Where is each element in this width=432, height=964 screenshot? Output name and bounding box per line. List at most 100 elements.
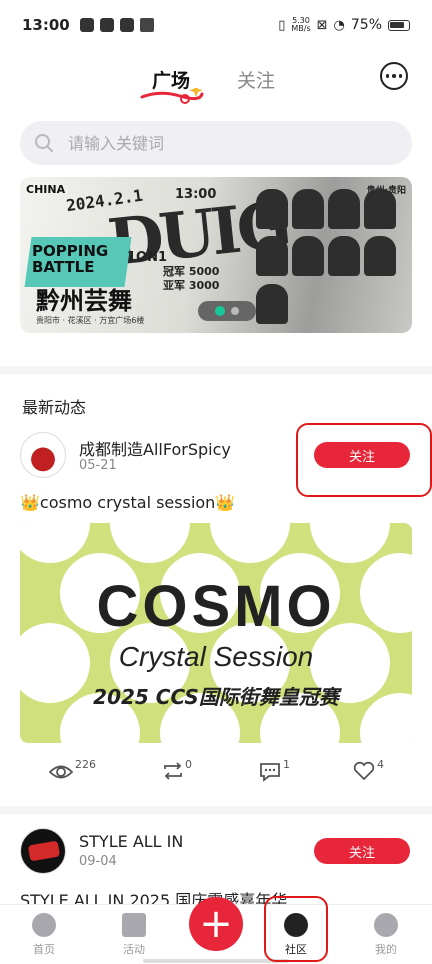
post-username[interactable]: STYLE ALL IN [79, 832, 183, 851]
indicator-dot-active [215, 306, 225, 316]
app-icon [119, 18, 134, 32]
banner-prize: 冠军 5000 亚军 3000 [163, 265, 219, 293]
home-icon [32, 913, 56, 937]
tab-follow[interactable]: 关注 [237, 66, 275, 93]
post-date: 09-04 [79, 854, 117, 869]
top-nav: 广场 关注 [0, 52, 432, 106]
image-circle [210, 523, 290, 563]
post-username[interactable]: 成都制造AllForSpicy [79, 436, 231, 460]
dancer-figure [364, 189, 396, 229]
banner-time: 13:00 [175, 187, 217, 202]
banner-title: 黔州芸舞 [36, 286, 132, 315]
star-bookmark-icon [122, 913, 146, 937]
crown-icon: 👑 [215, 493, 236, 512]
comment-button[interactable]: 1 [258, 758, 290, 782]
battery-text: 75% [350, 17, 382, 33]
post-image[interactable]: COSMO Crystal Session 2025 CCS国际街舞皇冠赛 [20, 523, 412, 743]
image-title: COSMO [96, 574, 336, 639]
like-count: 4 [377, 758, 384, 771]
battery-icon [388, 19, 410, 31]
user-icon [374, 913, 398, 937]
nav-mine-label: 我的 [375, 943, 397, 956]
repost-icon [164, 762, 182, 780]
follow-button[interactable]: 关注 [314, 838, 410, 864]
dancer-figure [292, 236, 324, 277]
views-stat: 226 [48, 758, 96, 782]
avatar[interactable] [20, 432, 66, 478]
plus-icon: + [199, 901, 233, 947]
post-caption: 👑cosmo crystal session👑 [20, 493, 235, 512]
comment-icon [260, 763, 280, 782]
follow-button-highlight [296, 423, 432, 497]
repost-count: 0 [185, 758, 192, 771]
net-speed: 5.30 MB/s [291, 17, 310, 33]
comment-count: 1 [283, 758, 290, 771]
repost-button[interactable]: 0 [162, 758, 192, 782]
post-stats: 226 0 1 4 [20, 758, 412, 790]
event-banner[interactable]: CHINA DUIG 2024.2.1 13:00 POPPING BATTLE… [20, 177, 412, 333]
dancer-figure [256, 189, 288, 229]
avatar[interactable] [20, 828, 66, 874]
status-time: 13:00 [22, 16, 70, 34]
banner-popping-text: POPPING BATTLE [32, 242, 109, 276]
sim-icon: ⊠ [316, 17, 328, 33]
nav-home-label: 首页 [33, 943, 55, 956]
dancer-figure [328, 189, 360, 229]
chat-bubble-dots-icon [385, 74, 390, 78]
dot [392, 74, 396, 78]
avatar-logo [27, 840, 61, 862]
search-bar[interactable] [20, 121, 412, 165]
nav-activity[interactable]: 活动 [104, 913, 164, 957]
mail-icon [99, 18, 114, 32]
section-divider [0, 366, 432, 374]
banner-dancers [256, 189, 406, 327]
tab-active-underline-icon [140, 88, 204, 104]
post-date: 05-21 [79, 458, 117, 473]
search-input[interactable] [68, 133, 368, 153]
banner-address: 贵阳市 · 花溪区 · 万宜广场6楼 [36, 316, 145, 325]
crown-icon [139, 18, 154, 32]
dancer-figure [256, 236, 288, 277]
heart-icon [353, 761, 375, 781]
eye-icon [48, 765, 74, 779]
vibrate-icon: ▯ [278, 17, 286, 33]
status-bar: 13:00 ▯ 5.30 MB/s ⊠ ◔ 75% [0, 0, 432, 50]
image-subtitle: Crystal Session [118, 641, 314, 672]
image-circle [20, 523, 90, 563]
dot [398, 74, 403, 78]
banner-page-indicator [198, 301, 256, 321]
dancer-figure [364, 236, 396, 277]
community-tab-highlight [264, 896, 328, 962]
banner-china-text: CHINA [26, 183, 66, 196]
image-cn-title: 2025 CCS国际街舞皇冠赛 [93, 685, 339, 709]
dancer-figure [256, 283, 288, 324]
indicator-dot [231, 307, 239, 315]
views-count: 226 [75, 758, 96, 771]
nav-mine[interactable]: 我的 [356, 913, 416, 957]
wifi-icon: ◔ [333, 17, 345, 33]
banner-mode-text: 1ON1 [127, 250, 168, 265]
post-header: STYLE ALL IN 09-04 关注 [20, 828, 412, 876]
status-right: ▯ 5.30 MB/s ⊠ ◔ 75% [278, 17, 410, 33]
add-post-button[interactable]: + [189, 897, 243, 951]
section-divider [0, 806, 432, 814]
nav-activity-label: 活动 [123, 943, 145, 956]
dancer-figure [328, 236, 360, 277]
net-speed-unit: MB/s [291, 24, 311, 33]
banner-prize-1: 冠军 5000 [163, 265, 220, 278]
dancer-figure [292, 189, 324, 229]
image-circle [310, 523, 390, 563]
home-indicator [143, 959, 289, 963]
nav-home[interactable]: 首页 [14, 913, 74, 957]
status-app-icons [79, 18, 154, 32]
like-button[interactable]: 4 [352, 758, 384, 782]
search-icon [35, 134, 53, 152]
bottom-nav: 首页 活动 + 社区 我的 [0, 897, 432, 964]
message-button[interactable] [380, 62, 408, 90]
post-caption-text: cosmo crystal session [39, 493, 216, 512]
section-title: 最新动态 [22, 398, 87, 417]
crown-icon: 👑 [20, 493, 40, 512]
banner-prize-2: 亚军 3000 [163, 279, 220, 292]
image-circle [110, 523, 190, 563]
tiktok-icon [79, 18, 94, 32]
